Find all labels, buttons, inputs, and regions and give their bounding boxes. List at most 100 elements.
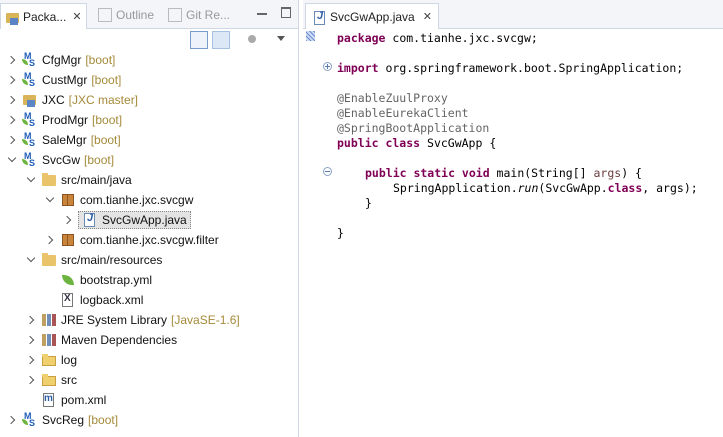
expand-chevron-icon[interactable] xyxy=(6,410,18,430)
expand-chevron-icon[interactable] xyxy=(62,210,74,230)
code-text: SpringApplication. xyxy=(393,181,518,195)
code-text: , args); xyxy=(642,181,698,195)
code-line: @SpringBootApplication xyxy=(337,121,489,136)
tree-item-src-main-java[interactable]: src/main/java xyxy=(0,170,323,190)
expand-chevron-icon[interactable] xyxy=(6,110,18,130)
folder-icon xyxy=(41,372,57,388)
code-line: @EnableZuulProxy xyxy=(337,91,448,106)
tree-item-package-filter[interactable]: com.tianhe.jxc.svcgw.filter xyxy=(0,230,342,250)
code-text: ) { xyxy=(621,166,642,180)
minimize-icon[interactable] xyxy=(256,6,268,18)
tree-item-logback-xml[interactable]: logback.xml xyxy=(0,290,342,310)
code-text: main(String[] xyxy=(489,166,594,180)
collapse-chevron-icon[interactable] xyxy=(25,250,37,270)
view-toolbar xyxy=(0,29,298,51)
view-menu-chevron-down-icon[interactable] xyxy=(272,31,290,49)
tree-item-jxc[interactable]: JXC [JXC master] xyxy=(0,90,304,110)
code-text: org.springframework.boot.SpringApplicati… xyxy=(378,61,684,75)
close-icon[interactable]: ✕ xyxy=(72,10,81,23)
tree-item-salemgr[interactable]: SaleMgr [boot] xyxy=(0,130,304,150)
collapse-chevron-icon[interactable] xyxy=(6,150,18,170)
tree-item-label: src/main/java xyxy=(61,173,132,187)
tree-item-label: Maven Dependencies xyxy=(61,333,178,347)
tab-svcgwapp-java[interactable]: SvcGwApp.java ✕ xyxy=(305,3,439,29)
expand-chevron-icon[interactable] xyxy=(25,350,37,370)
tree-item-label: log xyxy=(61,353,78,367)
package-explorer-pane: Packa... ✕ Outline Git Re... CfgMgr [boo… xyxy=(0,0,299,437)
tree-item-src-main-resources[interactable]: src/main/resources xyxy=(0,250,323,270)
tree-item-label: logback.xml xyxy=(80,293,144,307)
expand-chevron-icon[interactable] xyxy=(44,230,56,250)
tree-item-maven-dependencies[interactable]: Maven Dependencies xyxy=(0,330,323,350)
tree-item-svcgw[interactable]: SvcGw [boot] xyxy=(0,150,304,170)
collapse-chevron-icon[interactable] xyxy=(44,190,56,210)
tree-item-label: pom.xml xyxy=(61,393,107,407)
keyword: package xyxy=(337,31,386,45)
expand-chevron-icon[interactable] xyxy=(25,370,37,390)
method-call: run xyxy=(517,181,539,195)
spring-boot-project-icon xyxy=(22,152,38,168)
expand-chevron-icon[interactable] xyxy=(6,70,18,90)
tab-git-repositories[interactable]: Git Re... xyxy=(164,3,234,27)
tree-item-decoration: [JavaSE-1.6] xyxy=(171,313,240,327)
expand-chevron-icon[interactable] xyxy=(25,310,37,330)
collapse-all-icon[interactable] xyxy=(190,31,208,49)
tab-package-explorer-label: Packa... xyxy=(23,9,67,24)
tree-item-decoration: [boot] xyxy=(85,53,116,67)
library-icon xyxy=(41,332,57,348)
editor-tab-label: SvcGwApp.java xyxy=(330,9,415,24)
expand-chevron-icon[interactable] xyxy=(25,330,37,350)
outline-icon xyxy=(98,8,112,22)
view-settings-icon[interactable] xyxy=(244,31,262,49)
tree-item-label: JXC xyxy=(42,93,65,107)
maximize-icon[interactable] xyxy=(280,6,292,18)
keyword: public static void xyxy=(365,166,490,180)
tree-item-label: JRE System Library xyxy=(61,313,168,327)
tree-item-label: SvcReg xyxy=(42,413,85,427)
spring-boot-project-icon xyxy=(22,412,38,428)
collapse-chevron-icon[interactable] xyxy=(25,170,37,190)
tree-item-src[interactable]: src xyxy=(0,370,323,390)
code-line: } xyxy=(365,196,372,211)
annotation: @EnableEurekaClient xyxy=(337,106,469,120)
tree-item-cfgmgr[interactable]: CfgMgr [boot] xyxy=(0,50,304,70)
spring-boot-project-icon xyxy=(22,132,38,148)
tab-outline-label: Outline xyxy=(116,8,155,22)
close-icon[interactable]: ✕ xyxy=(423,10,432,23)
tree-item-custmgr[interactable]: CustMgr [boot] xyxy=(0,70,304,90)
package-explorer-icon xyxy=(5,10,19,25)
code-line: public static void main(String[] args) { xyxy=(365,166,642,181)
tree-item-label: CfgMgr xyxy=(42,53,82,67)
pom-file-icon xyxy=(41,392,57,408)
tree-item-prodmgr[interactable]: ProdMgr [boot] xyxy=(0,110,304,130)
code-text: com.tianhe.jxc.svcgw; xyxy=(385,31,538,45)
keyword: import xyxy=(337,61,379,75)
fold-expand-icon[interactable] xyxy=(323,62,332,71)
tree-item-package-svcgw[interactable]: com.tianhe.jxc.svcgw xyxy=(0,190,342,210)
tree-item-jre-system-library[interactable]: JRE System Library [JavaSE-1.6] xyxy=(0,310,323,330)
expand-chevron-icon[interactable] xyxy=(6,50,18,70)
code-text: (SvcGwApp. xyxy=(538,181,608,195)
tree-item-label: src/main/resources xyxy=(61,253,163,267)
current-line-marker-icon xyxy=(306,31,315,41)
tab-outline[interactable]: Outline xyxy=(94,3,158,27)
fold-collapse-icon[interactable] xyxy=(323,167,332,176)
tree-item-label: com.tianhe.jxc.svcgw xyxy=(80,193,194,207)
code-line: } xyxy=(337,226,344,241)
tree-item-pom-xml[interactable]: pom.xml xyxy=(0,390,323,410)
tree-item-label: bootstrap.yml xyxy=(80,273,153,287)
tab-git-label: Git Re... xyxy=(186,8,231,22)
tree-item-svcreg[interactable]: SvcReg [boot] xyxy=(0,410,304,430)
tab-package-explorer[interactable]: Packa... ✕ xyxy=(0,3,87,29)
tree-item-bootstrap-yml[interactable]: bootstrap.yml xyxy=(0,270,342,290)
spring-boot-project-icon xyxy=(22,72,38,88)
keyword: class xyxy=(607,181,643,195)
link-with-editor-icon[interactable] xyxy=(212,31,230,49)
expand-chevron-icon[interactable] xyxy=(6,90,18,110)
source-folder-icon xyxy=(41,172,57,188)
tree-item-log[interactable]: log xyxy=(0,350,323,370)
expand-chevron-icon[interactable] xyxy=(6,130,18,150)
selected-item-highlight[interactable]: SvcGwApp.java xyxy=(78,211,191,229)
tree-item-label: src xyxy=(61,373,77,387)
